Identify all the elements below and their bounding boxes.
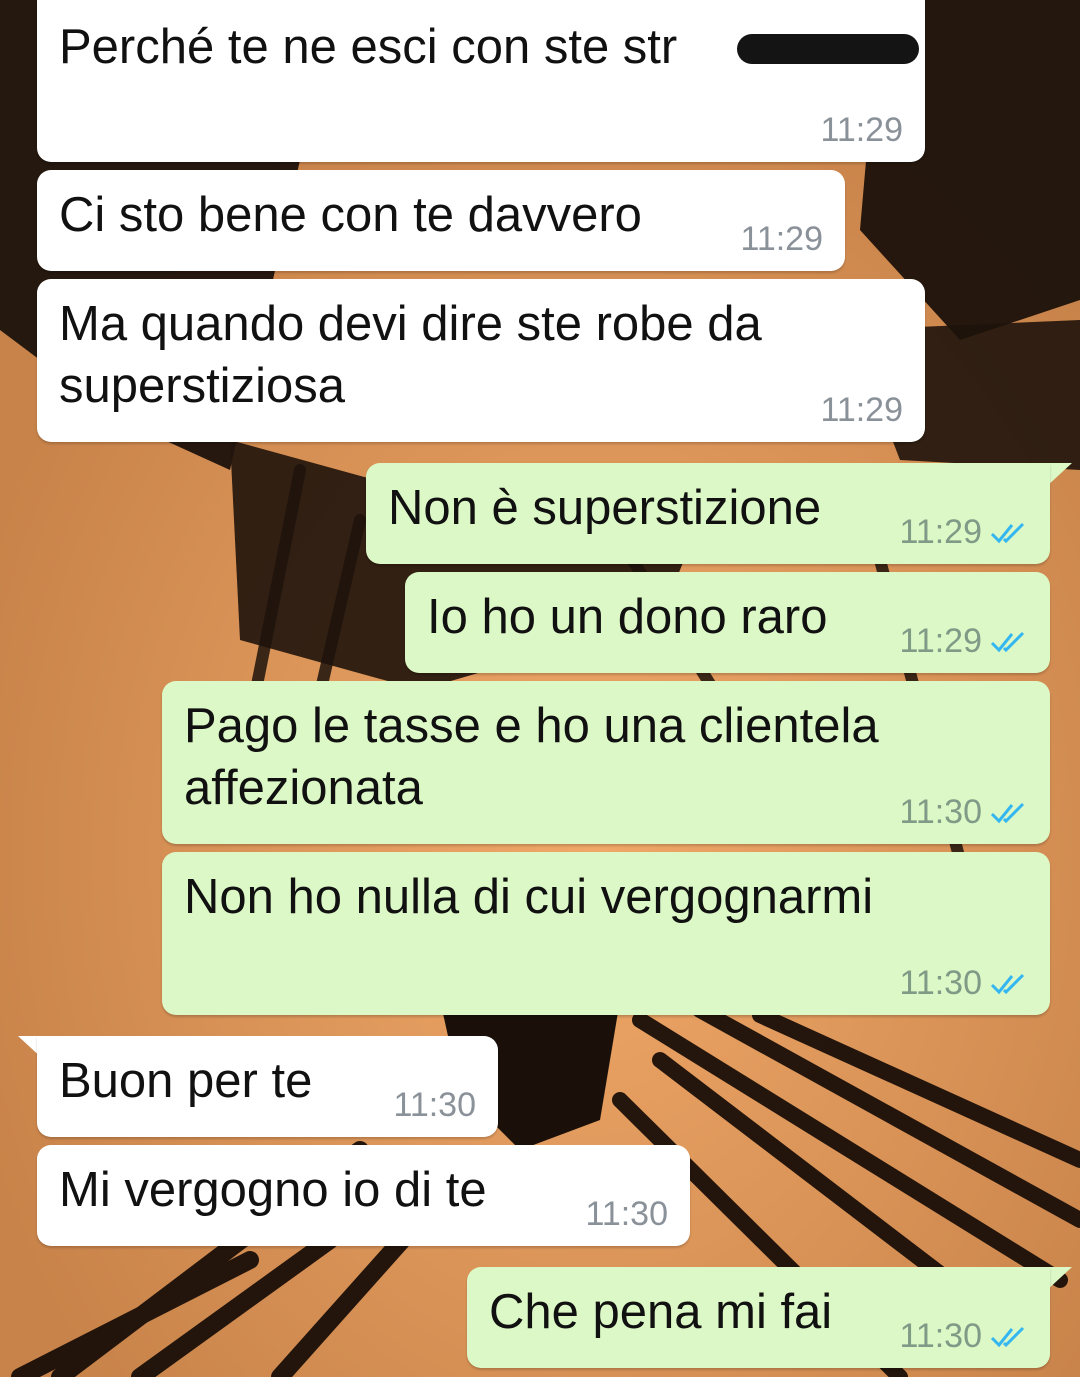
message-time: 11:30 [899, 793, 982, 831]
message-text: Che pena mi fai [489, 1285, 833, 1339]
double-check-icon [990, 630, 1028, 654]
message-time: 11:30 [585, 1195, 668, 1233]
message-meta: 11:29 [740, 220, 823, 259]
incoming-message[interactable]: Buon per te 11:30 [37, 1036, 498, 1137]
incoming-message[interactable]: Mi vergogno io di te 11:30 [37, 1145, 690, 1246]
outgoing-message[interactable]: Non ho nulla di cui vergognarmi 11:30 [162, 852, 1050, 1015]
double-check-icon [990, 521, 1028, 545]
outgoing-message[interactable]: Non è superstizione 11:29 [366, 463, 1050, 564]
incoming-message[interactable]: Ci sto bene con te davvero 11:29 [37, 170, 845, 271]
message-text: Buon per te [59, 1054, 313, 1108]
chat-thread: Perché te ne esci con ste str 11:29 Ci s… [0, 0, 1080, 1377]
message-meta: 11:29 [899, 513, 1028, 552]
message-meta: 11:30 [585, 1195, 668, 1234]
redaction-mark [737, 34, 919, 64]
message-text: Pago le tasse e ho una clientela affezio… [184, 699, 879, 815]
message-text: Io ho un dono raro [427, 590, 828, 644]
message-meta: 11:29 [820, 391, 903, 430]
incoming-message[interactable]: Ma quando devi dire ste robe da supersti… [37, 279, 925, 442]
message-text: Non è superstizione [388, 481, 822, 535]
message-time: 11:30 [393, 1086, 476, 1124]
message-time: 11:29 [899, 513, 982, 551]
message-time: 11:30 [899, 1317, 982, 1355]
message-time: 11:29 [740, 220, 823, 258]
outgoing-message[interactable]: Che pena mi fai 11:30 [467, 1267, 1050, 1368]
outgoing-message[interactable]: Io ho un dono raro 11:29 [405, 572, 1050, 673]
double-check-icon [990, 1325, 1028, 1349]
message-text: Ma quando devi dire ste robe da supersti… [59, 297, 762, 413]
message-text: Perché te ne esci con ste str [59, 20, 678, 74]
message-meta: 11:30 [899, 964, 1028, 1003]
message-text: Mi vergogno io di te [59, 1163, 487, 1217]
double-check-icon [990, 972, 1028, 996]
incoming-message[interactable]: Perché te ne esci con ste str 11:29 [37, 0, 925, 162]
message-text: Non ho nulla di cui vergognarmi [184, 870, 874, 924]
outgoing-message[interactable]: Pago le tasse e ho una clientela affezio… [162, 681, 1050, 844]
message-text: Ci sto bene con te davvero [59, 188, 642, 242]
message-meta: 11:30 [393, 1086, 476, 1125]
message-time: 11:29 [820, 391, 903, 429]
double-check-icon [990, 801, 1028, 825]
message-meta: 11:30 [899, 1317, 1028, 1356]
message-meta: 11:30 [899, 793, 1028, 832]
message-time: 11:30 [899, 964, 982, 1002]
message-meta: 11:29 [899, 622, 1028, 661]
message-time: 11:29 [820, 111, 903, 149]
message-time: 11:29 [899, 622, 982, 660]
message-meta: 11:29 [820, 111, 903, 150]
